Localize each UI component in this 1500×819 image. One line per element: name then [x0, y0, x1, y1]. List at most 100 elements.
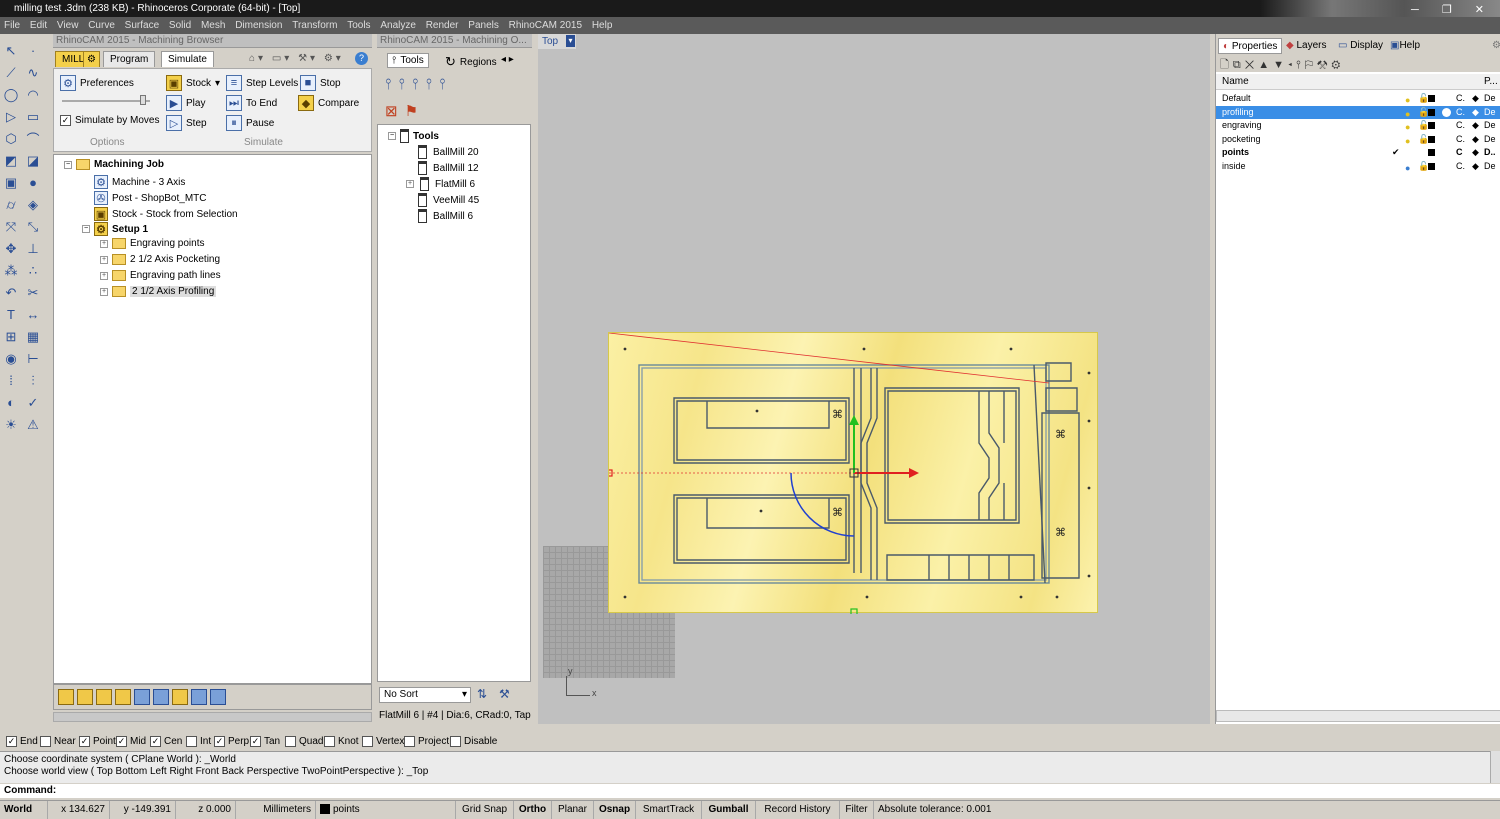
triangle-icon[interactable]: ▷: [2, 108, 20, 125]
sort-dropdown[interactable]: No Sort ▾: [379, 687, 471, 703]
browser-scrollbar[interactable]: [53, 712, 372, 722]
tree-item-setup[interactable]: − ⚙ Setup 1: [82, 222, 148, 236]
simulate-by-moves-checkbox[interactable]: ✓ Simulate by Moves: [60, 115, 159, 126]
print-color-icon[interactable]: ◆: [1472, 133, 1479, 146]
text-icon[interactable]: T: [2, 306, 20, 323]
layer-color-swatch[interactable]: [1428, 149, 1435, 156]
layer-row[interactable]: points ✔ C ◆ D..: [1216, 146, 1500, 159]
cylinder-icon[interactable]: ⌭: [2, 196, 20, 213]
tab-display[interactable]: ▭ Display: [1334, 38, 1387, 54]
layer-row[interactable]: inside ● 🔓 C. ◆ De: [1216, 160, 1500, 173]
status-layer[interactable]: points: [316, 801, 456, 819]
menu-mesh[interactable]: Mesh: [201, 20, 225, 31]
menu-tools[interactable]: Tools: [347, 20, 370, 31]
chevron-down-icon[interactable]: ▾: [566, 35, 575, 47]
menu-render[interactable]: Render: [426, 20, 459, 31]
ortho-toggle[interactable]: Ortho: [514, 801, 552, 819]
osnap-tan-checkbox[interactable]: ✓ Tan: [250, 733, 280, 750]
lightbulb-icon[interactable]: ●: [1405, 162, 1410, 175]
menu-edit[interactable]: Edit: [30, 20, 47, 31]
menu-view[interactable]: View: [57, 20, 79, 31]
arc-icon[interactable]: ◠: [24, 86, 42, 103]
ribbon-tools-icons[interactable]: ⌂▾ ▭▾ ⚒▾ ⚙▾: [249, 53, 344, 64]
dimension-icon[interactable]: ↔: [24, 306, 42, 323]
surface-edit-icon[interactable]: ◪: [24, 152, 42, 169]
osnap-near-checkbox[interactable]: Near: [40, 733, 76, 750]
analyze-icon[interactable]: ◐: [2, 394, 20, 411]
transform-icon[interactable]: ⤧: [2, 218, 20, 235]
panel-options-icon[interactable]: ⚙: [1488, 38, 1500, 54]
layer-print-width[interactable]: De: [1484, 133, 1496, 146]
menu-rhinocam[interactable]: RhinoCAM 2015: [509, 20, 582, 31]
print-color-icon[interactable]: ◆: [1472, 92, 1479, 105]
status-cplane[interactable]: World: [0, 801, 48, 819]
osnap-cen-checkbox[interactable]: ✓ Cen: [150, 733, 182, 750]
warning-icon[interactable]: ⚠: [24, 416, 42, 433]
light-icon[interactable]: ☀: [2, 416, 20, 433]
tab-simulate[interactable]: Simulate: [161, 51, 214, 67]
menu-panels[interactable]: Panels: [468, 20, 499, 31]
osnap-mid-checkbox[interactable]: ✓ Mid: [116, 733, 146, 750]
print-color-icon[interactable]: ◆: [1472, 119, 1479, 132]
layer-color-swatch[interactable]: [1428, 162, 1435, 170]
command-input[interactable]: Command:: [0, 784, 1500, 798]
scale-icon[interactable]: ⤡: [24, 218, 42, 235]
tool-item[interactable]: BallMill 6: [418, 209, 473, 223]
tab-properties[interactable]: ◐ Properties: [1218, 38, 1283, 54]
menu-dimension[interactable]: Dimension: [235, 20, 282, 31]
layer-row[interactable]: profiling ● 🔓 C. ◆ De: [1216, 105, 1500, 119]
layer-row[interactable]: Default ● 🔓 C. ◆ De: [1216, 92, 1500, 105]
play-button[interactable]: ▶ Play: [166, 95, 205, 111]
rectangle-icon[interactable]: ▭: [24, 108, 42, 125]
layer-print-width[interactable]: De: [1484, 106, 1496, 119]
tab-regions[interactable]: ↻ Regions: [441, 53, 501, 71]
box-icon[interactable]: ▣: [2, 174, 20, 191]
menu-surface[interactable]: Surface: [125, 20, 159, 31]
group-icon[interactable]: ⁂: [2, 262, 20, 279]
polyline-icon[interactable]: ⟋: [2, 64, 20, 81]
curve-icon[interactable]: ∿: [24, 64, 42, 81]
toolpath-icon[interactable]: [172, 689, 188, 705]
osnap-disable-checkbox[interactable]: Disable: [450, 733, 497, 750]
sphere-icon[interactable]: ●: [24, 174, 42, 191]
stop-button[interactable]: ■ Stop: [300, 75, 341, 91]
menu-analyze[interactable]: Analyze: [380, 20, 416, 31]
viewport-top[interactable]: Top ▾ y x ⌘ ⌘ ⌘ ⌘: [538, 34, 1210, 724]
osnap-perp-checkbox[interactable]: ✓ Perp: [214, 733, 249, 750]
array-icon[interactable]: ⁞: [2, 372, 20, 389]
trim-icon[interactable]: ✂: [24, 284, 42, 301]
tool-item[interactable]: BallMill 12: [418, 161, 479, 175]
speed-slider[interactable]: [62, 100, 150, 102]
mesh-icon[interactable]: ◈: [24, 196, 42, 213]
speed-slider-thumb[interactable]: [140, 95, 146, 105]
planar-toggle[interactable]: Planar: [552, 801, 594, 819]
layer-print-width[interactable]: D..: [1484, 146, 1496, 159]
tree-item-op[interactable]: + Engraving path lines: [100, 270, 221, 281]
tool-item[interactable]: VeeMill 45: [418, 193, 479, 207]
viewport-tab[interactable]: Top ▾: [538, 34, 576, 49]
osnap-knot-checkbox[interactable]: Knot: [324, 733, 359, 750]
layer-linetype[interactable]: C.: [1456, 160, 1465, 173]
layer-linetype[interactable]: C.: [1456, 133, 1465, 146]
tab-layers[interactable]: ◆ Layers: [1282, 38, 1331, 54]
preferences-button[interactable]: ⚙ Preferences: [60, 75, 134, 91]
toolpath-icon[interactable]: [191, 689, 207, 705]
window-controls[interactable]: ─ ❐ ✕: [1411, 2, 1494, 17]
menu-help[interactable]: Help: [592, 20, 613, 31]
symmetry-icon[interactable]: ⫶: [24, 372, 42, 389]
step-levels-button[interactable]: ≡ Step Levels: [226, 75, 298, 91]
layer-print-width[interactable]: De: [1484, 119, 1496, 132]
layer-color-swatch[interactable]: [1428, 108, 1435, 116]
ruler-icon[interactable]: ⊢: [24, 350, 42, 367]
smarttrack-toggle[interactable]: SmartTrack: [636, 801, 702, 819]
point-icon[interactable]: ·: [24, 42, 42, 59]
material-icon[interactable]: [1442, 107, 1451, 117]
toolpath-icon[interactable]: [77, 689, 93, 705]
layer-linetype[interactable]: C.: [1456, 106, 1465, 119]
tab-help[interactable]: ▣Help: [1386, 38, 1424, 54]
block-icon[interactable]: ⊞: [2, 328, 20, 345]
tool-create-icons[interactable]: ⫯⫯⫯⫯⫯: [385, 76, 453, 93]
move-icon[interactable]: ✥: [2, 240, 20, 257]
tool-item[interactable]: BallMill 20: [418, 145, 479, 159]
compare-button[interactable]: ◆ Compare: [298, 95, 359, 111]
